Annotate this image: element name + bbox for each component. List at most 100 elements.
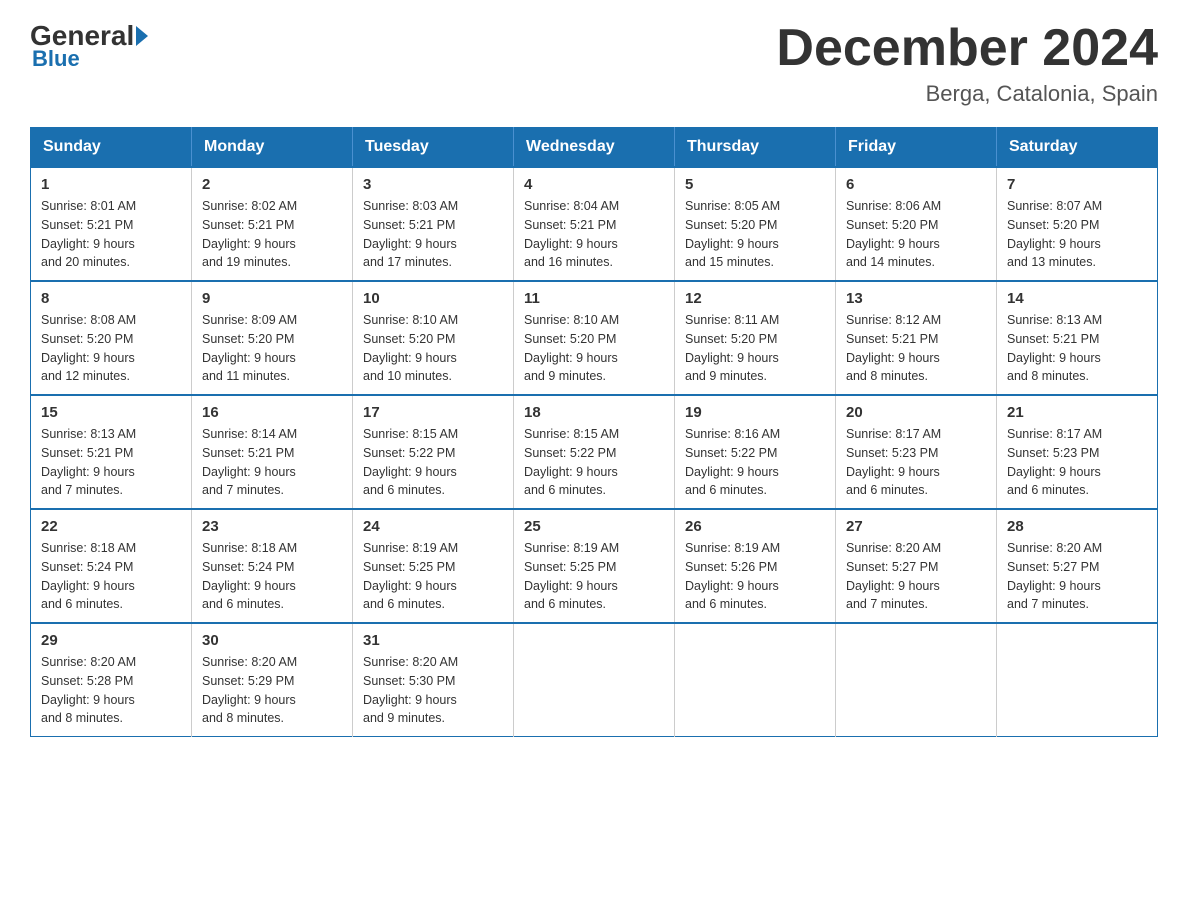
calendar-header-row: SundayMondayTuesdayWednesdayThursdayFrid… <box>31 128 1158 168</box>
day-cell: 12 Sunrise: 8:11 AM Sunset: 5:20 PM Dayl… <box>675 281 836 395</box>
logo-blue-text: Blue <box>32 46 148 72</box>
day-info: Sunrise: 8:17 AM Sunset: 5:23 PM Dayligh… <box>846 427 941 497</box>
day-info: Sunrise: 8:18 AM Sunset: 5:24 PM Dayligh… <box>202 541 297 611</box>
day-cell: 25 Sunrise: 8:19 AM Sunset: 5:25 PM Dayl… <box>514 509 675 623</box>
logo: General Blue <box>30 20 148 72</box>
day-number: 2 <box>202 176 342 193</box>
day-number: 25 <box>524 518 664 535</box>
day-cell: 21 Sunrise: 8:17 AM Sunset: 5:23 PM Dayl… <box>997 395 1158 509</box>
day-info: Sunrise: 8:05 AM Sunset: 5:20 PM Dayligh… <box>685 199 780 269</box>
day-info: Sunrise: 8:09 AM Sunset: 5:20 PM Dayligh… <box>202 313 297 383</box>
day-cell <box>836 623 997 737</box>
calendar-table: SundayMondayTuesdayWednesdayThursdayFrid… <box>30 127 1158 737</box>
calendar-title: December 2024 <box>776 20 1158 77</box>
day-cell: 13 Sunrise: 8:12 AM Sunset: 5:21 PM Dayl… <box>836 281 997 395</box>
day-info: Sunrise: 8:14 AM Sunset: 5:21 PM Dayligh… <box>202 427 297 497</box>
day-cell <box>514 623 675 737</box>
day-info: Sunrise: 8:11 AM Sunset: 5:20 PM Dayligh… <box>685 313 779 383</box>
day-number: 31 <box>363 632 503 649</box>
day-info: Sunrise: 8:10 AM Sunset: 5:20 PM Dayligh… <box>363 313 458 383</box>
day-cell: 9 Sunrise: 8:09 AM Sunset: 5:20 PM Dayli… <box>192 281 353 395</box>
day-number: 23 <box>202 518 342 535</box>
day-number: 16 <box>202 404 342 421</box>
day-info: Sunrise: 8:02 AM Sunset: 5:21 PM Dayligh… <box>202 199 297 269</box>
calendar-subtitle: Berga, Catalonia, Spain <box>776 81 1158 107</box>
day-info: Sunrise: 8:19 AM Sunset: 5:26 PM Dayligh… <box>685 541 780 611</box>
day-cell: 22 Sunrise: 8:18 AM Sunset: 5:24 PM Dayl… <box>31 509 192 623</box>
header-monday: Monday <box>192 128 353 168</box>
day-info: Sunrise: 8:06 AM Sunset: 5:20 PM Dayligh… <box>846 199 941 269</box>
day-info: Sunrise: 8:20 AM Sunset: 5:28 PM Dayligh… <box>41 655 136 725</box>
header-sunday: Sunday <box>31 128 192 168</box>
day-number: 21 <box>1007 404 1147 421</box>
day-number: 8 <box>41 290 181 307</box>
day-cell <box>997 623 1158 737</box>
day-info: Sunrise: 8:20 AM Sunset: 5:29 PM Dayligh… <box>202 655 297 725</box>
week-row-3: 15 Sunrise: 8:13 AM Sunset: 5:21 PM Dayl… <box>31 395 1158 509</box>
day-number: 30 <box>202 632 342 649</box>
day-info: Sunrise: 8:15 AM Sunset: 5:22 PM Dayligh… <box>363 427 458 497</box>
header-friday: Friday <box>836 128 997 168</box>
day-number: 6 <box>846 176 986 193</box>
day-cell: 3 Sunrise: 8:03 AM Sunset: 5:21 PM Dayli… <box>353 167 514 281</box>
day-number: 19 <box>685 404 825 421</box>
day-info: Sunrise: 8:18 AM Sunset: 5:24 PM Dayligh… <box>41 541 136 611</box>
title-section: December 2024 Berga, Catalonia, Spain <box>776 20 1158 107</box>
day-cell: 26 Sunrise: 8:19 AM Sunset: 5:26 PM Dayl… <box>675 509 836 623</box>
day-info: Sunrise: 8:19 AM Sunset: 5:25 PM Dayligh… <box>524 541 619 611</box>
day-info: Sunrise: 8:04 AM Sunset: 5:21 PM Dayligh… <box>524 199 619 269</box>
week-row-5: 29 Sunrise: 8:20 AM Sunset: 5:28 PM Dayl… <box>31 623 1158 737</box>
day-cell: 6 Sunrise: 8:06 AM Sunset: 5:20 PM Dayli… <box>836 167 997 281</box>
day-cell: 23 Sunrise: 8:18 AM Sunset: 5:24 PM Dayl… <box>192 509 353 623</box>
day-info: Sunrise: 8:03 AM Sunset: 5:21 PM Dayligh… <box>363 199 458 269</box>
header-thursday: Thursday <box>675 128 836 168</box>
day-info: Sunrise: 8:13 AM Sunset: 5:21 PM Dayligh… <box>1007 313 1102 383</box>
day-number: 20 <box>846 404 986 421</box>
day-cell: 28 Sunrise: 8:20 AM Sunset: 5:27 PM Dayl… <box>997 509 1158 623</box>
day-info: Sunrise: 8:20 AM Sunset: 5:30 PM Dayligh… <box>363 655 458 725</box>
day-number: 12 <box>685 290 825 307</box>
week-row-1: 1 Sunrise: 8:01 AM Sunset: 5:21 PM Dayli… <box>31 167 1158 281</box>
day-number: 18 <box>524 404 664 421</box>
day-number: 26 <box>685 518 825 535</box>
day-info: Sunrise: 8:10 AM Sunset: 5:20 PM Dayligh… <box>524 313 619 383</box>
day-number: 11 <box>524 290 664 307</box>
day-info: Sunrise: 8:17 AM Sunset: 5:23 PM Dayligh… <box>1007 427 1102 497</box>
header-tuesday: Tuesday <box>353 128 514 168</box>
day-number: 27 <box>846 518 986 535</box>
day-info: Sunrise: 8:19 AM Sunset: 5:25 PM Dayligh… <box>363 541 458 611</box>
day-number: 1 <box>41 176 181 193</box>
day-number: 10 <box>363 290 503 307</box>
day-cell: 30 Sunrise: 8:20 AM Sunset: 5:29 PM Dayl… <box>192 623 353 737</box>
day-cell: 17 Sunrise: 8:15 AM Sunset: 5:22 PM Dayl… <box>353 395 514 509</box>
day-info: Sunrise: 8:13 AM Sunset: 5:21 PM Dayligh… <box>41 427 136 497</box>
day-cell <box>675 623 836 737</box>
page-header: General Blue December 2024 Berga, Catalo… <box>30 20 1158 107</box>
day-info: Sunrise: 8:15 AM Sunset: 5:22 PM Dayligh… <box>524 427 619 497</box>
day-number: 24 <box>363 518 503 535</box>
day-cell: 11 Sunrise: 8:10 AM Sunset: 5:20 PM Dayl… <box>514 281 675 395</box>
day-number: 7 <box>1007 176 1147 193</box>
day-number: 28 <box>1007 518 1147 535</box>
week-row-4: 22 Sunrise: 8:18 AM Sunset: 5:24 PM Dayl… <box>31 509 1158 623</box>
header-wednesday: Wednesday <box>514 128 675 168</box>
day-number: 5 <box>685 176 825 193</box>
day-cell: 10 Sunrise: 8:10 AM Sunset: 5:20 PM Dayl… <box>353 281 514 395</box>
day-number: 14 <box>1007 290 1147 307</box>
day-cell: 2 Sunrise: 8:02 AM Sunset: 5:21 PM Dayli… <box>192 167 353 281</box>
week-row-2: 8 Sunrise: 8:08 AM Sunset: 5:20 PM Dayli… <box>31 281 1158 395</box>
day-info: Sunrise: 8:20 AM Sunset: 5:27 PM Dayligh… <box>846 541 941 611</box>
day-number: 17 <box>363 404 503 421</box>
day-cell: 7 Sunrise: 8:07 AM Sunset: 5:20 PM Dayli… <box>997 167 1158 281</box>
day-number: 9 <box>202 290 342 307</box>
header-saturday: Saturday <box>997 128 1158 168</box>
day-cell: 18 Sunrise: 8:15 AM Sunset: 5:22 PM Dayl… <box>514 395 675 509</box>
day-info: Sunrise: 8:01 AM Sunset: 5:21 PM Dayligh… <box>41 199 136 269</box>
day-cell: 27 Sunrise: 8:20 AM Sunset: 5:27 PM Dayl… <box>836 509 997 623</box>
day-number: 13 <box>846 290 986 307</box>
day-cell: 15 Sunrise: 8:13 AM Sunset: 5:21 PM Dayl… <box>31 395 192 509</box>
day-cell: 31 Sunrise: 8:20 AM Sunset: 5:30 PM Dayl… <box>353 623 514 737</box>
day-info: Sunrise: 8:08 AM Sunset: 5:20 PM Dayligh… <box>41 313 136 383</box>
day-cell: 16 Sunrise: 8:14 AM Sunset: 5:21 PM Dayl… <box>192 395 353 509</box>
day-info: Sunrise: 8:12 AM Sunset: 5:21 PM Dayligh… <box>846 313 941 383</box>
